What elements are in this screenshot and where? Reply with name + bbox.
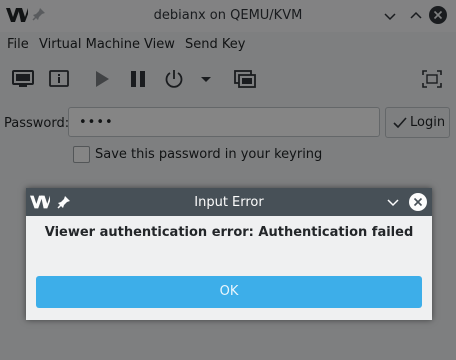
close-icon xyxy=(413,197,423,207)
error-message: Viewer authentication error: Authenticat… xyxy=(44,225,414,240)
dialog-titlebar: Input Error xyxy=(26,188,432,216)
dialog-close-button[interactable] xyxy=(409,193,427,211)
input-error-dialog: Input Error Viewer authentication error:… xyxy=(26,188,432,320)
screen: debianx on QEMU/KVM File Virtual Machine… xyxy=(0,0,456,360)
ok-button[interactable]: OK xyxy=(36,276,422,308)
dialog-title: Input Error xyxy=(194,195,264,210)
minimize-button[interactable] xyxy=(386,195,400,209)
